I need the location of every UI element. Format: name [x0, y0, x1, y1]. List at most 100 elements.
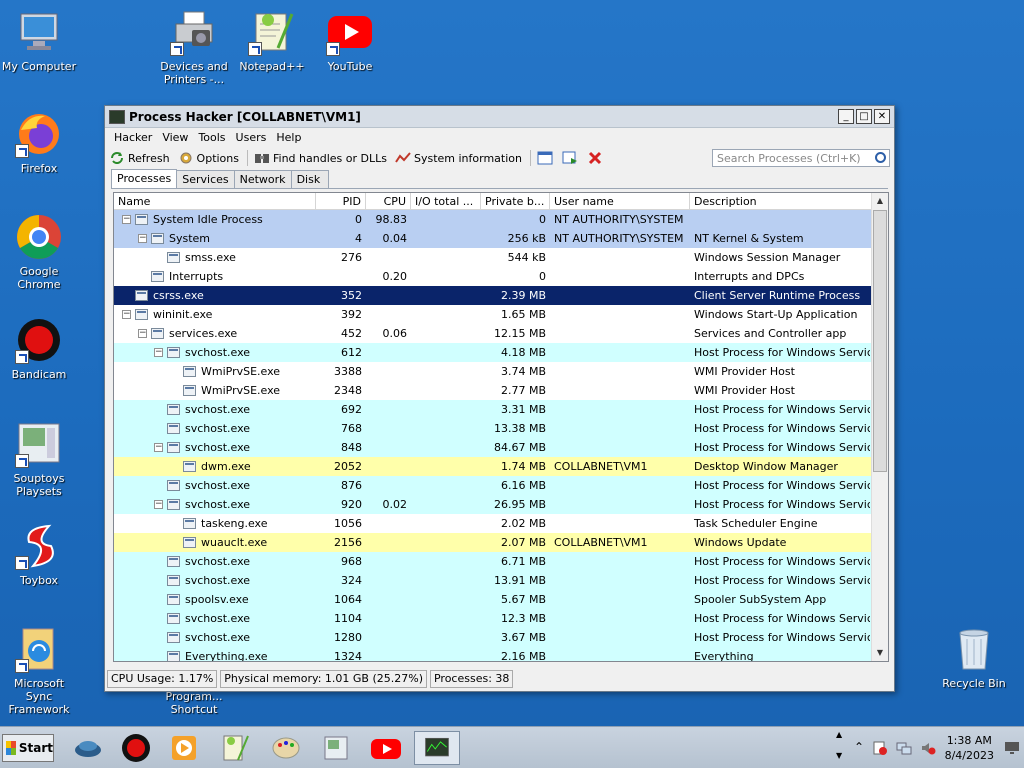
- column-header-description[interactable]: Description: [690, 193, 870, 209]
- menu-view[interactable]: View: [157, 131, 193, 144]
- tree-collapse-icon[interactable]: −: [122, 310, 131, 319]
- paint-taskbar-icon[interactable]: [270, 732, 302, 764]
- menu-help[interactable]: Help: [271, 131, 306, 144]
- menu-hacker[interactable]: Hacker: [109, 131, 157, 144]
- table-row[interactable]: Interrupts 0.20 0 Interrupts and DPCs: [114, 267, 888, 286]
- desktop-icon-recycle-bin[interactable]: Recycle Bin: [935, 625, 1013, 690]
- process-pid: 1056: [334, 517, 362, 530]
- menu-tools[interactable]: Tools: [193, 131, 230, 144]
- desktop-icon-bandicam[interactable]: Bandicam: [0, 316, 78, 381]
- process-hacker-taskbar-button[interactable]: [414, 731, 460, 765]
- network-icon[interactable]: [896, 740, 912, 756]
- start-button[interactable]: Start: [2, 734, 54, 762]
- column-header-user-name[interactable]: User name: [550, 193, 690, 209]
- desktop-icon-notepadpp[interactable]: Notepad++: [233, 8, 311, 73]
- tray-scroll-up-icon[interactable]: ▲: [836, 730, 852, 740]
- table-row[interactable]: WmiPrvSE.exe 2348 2.77 MB WMI Provider Host: [114, 381, 888, 400]
- scroll-up-icon[interactable]: ▲: [872, 193, 888, 209]
- table-row[interactable]: svchost.exe 1280 3.67 MB Host Process for W…: [114, 628, 888, 647]
- table-row[interactable]: wuauclt.exe 2156 2.07 MB COLLABNET\VM1 Windo…: [114, 533, 888, 552]
- column-header-pid[interactable]: PID: [316, 193, 366, 209]
- tab-services[interactable]: Services: [176, 170, 235, 189]
- desktop-icon-sync-framework[interactable]: Microsoft Sync Framework: [0, 625, 78, 716]
- process-private-bytes: 2.02 MB: [500, 517, 546, 530]
- table-row[interactable]: Everything.exe 1324 2.16 MB Everything: [114, 647, 888, 661]
- process-cpu: 98.83: [375, 213, 408, 226]
- process-private-bytes: 3.74 MB: [500, 365, 546, 378]
- table-row[interactable]: − System 4 0.04 256 kB NT AUTHORITY\SYSTEM NT …: [114, 229, 888, 248]
- tree-collapse-icon[interactable]: −: [154, 348, 163, 357]
- process-private-bytes: 2.07 MB: [500, 536, 546, 549]
- souptoys-taskbar-icon[interactable]: [72, 732, 104, 764]
- terminate-button[interactable]: [587, 151, 606, 165]
- show-hidden-icons-icon[interactable]: ⌃: [854, 740, 870, 756]
- desktop-icon-souptoys[interactable]: Souptoys Playsets: [0, 420, 78, 498]
- desktop-icon-devices-printers[interactable]: Devices and Printers -...: [155, 8, 233, 86]
- table-row[interactable]: taskeng.exe 1056 2.02 MB Task Scheduler Eng…: [114, 514, 888, 533]
- table-row[interactable]: svchost.exe 1104 12.3 MB Host Process for W…: [114, 609, 888, 628]
- minimize-button[interactable]: _: [838, 109, 854, 124]
- table-row[interactable]: − svchost.exe 920 0.02 26.95 MB Host Process …: [114, 495, 888, 514]
- notepadpp-taskbar-icon[interactable]: [218, 732, 250, 764]
- vertical-scrollbar[interactable]: ▲ ▼: [871, 193, 888, 661]
- table-row[interactable]: − svchost.exe 848 84.67 MB Host Process for …: [114, 438, 888, 457]
- refresh-button[interactable]: Refresh: [109, 151, 170, 165]
- table-row[interactable]: smss.exe 276 544 kB Windows Session Manager: [114, 248, 888, 267]
- table-row[interactable]: − svchost.exe 612 4.18 MB Host Process for W…: [114, 343, 888, 362]
- column-header-io-total[interactable]: I/O total ...: [411, 193, 481, 209]
- bandicam-taskbar-icon[interactable]: [120, 732, 152, 764]
- desktop-icon-firefox[interactable]: Firefox: [0, 110, 78, 175]
- table-row[interactable]: csrss.exe 352 2.39 MB Client Server Runtime…: [114, 286, 888, 305]
- table-row[interactable]: svchost.exe 968 6.71 MB Host Process for Wi…: [114, 552, 888, 571]
- desktop-icon-my-computer[interactable]: My Computer: [0, 8, 78, 73]
- scrollbar-thumb[interactable]: [873, 210, 887, 472]
- volume-muted-icon[interactable]: [920, 740, 936, 756]
- show-desktop-button[interactable]: [1004, 740, 1020, 756]
- table-row[interactable]: dwm.exe 2052 1.74 MB COLLABNET\VM1 Desktop W…: [114, 457, 888, 476]
- table-row[interactable]: − System Idle Process 0 98.83 0 NT AUTHORITY\…: [114, 210, 888, 229]
- system-information-button[interactable]: System information: [395, 151, 522, 165]
- menu-users[interactable]: Users: [231, 131, 272, 144]
- desktop-icon-youtube[interactable]: YouTube: [311, 8, 389, 73]
- column-header-cpu[interactable]: CPU: [366, 193, 411, 209]
- window-button[interactable]: [537, 151, 556, 165]
- tree-collapse-icon[interactable]: −: [154, 500, 163, 509]
- maximize-button[interactable]: □: [856, 109, 872, 124]
- table-row[interactable]: svchost.exe 324 13.91 MB Host Process for W…: [114, 571, 888, 590]
- tree-collapse-icon[interactable]: −: [122, 215, 131, 224]
- column-header-name[interactable]: Name: [114, 193, 316, 209]
- table-row[interactable]: svchost.exe 876 6.16 MB Host Process for Wi…: [114, 476, 888, 495]
- tray-scroll-down-icon[interactable]: ▼: [836, 751, 852, 761]
- tree-collapse-icon[interactable]: −: [138, 234, 147, 243]
- tree-collapse-icon[interactable]: −: [154, 443, 163, 452]
- process-icon: [167, 499, 180, 510]
- title-bar[interactable]: Process Hacker [COLLABNET\VM1] _ □ ✕: [105, 106, 894, 128]
- tab-network[interactable]: Network: [233, 170, 292, 189]
- tab-processes[interactable]: Processes: [111, 169, 178, 189]
- search-input[interactable]: Search Processes (Ctrl+K): [712, 149, 890, 167]
- media-player-taskbar-icon[interactable]: [168, 732, 200, 764]
- youtube-taskbar-icon[interactable]: [370, 732, 402, 764]
- shortcut-arrow-icon: [15, 659, 29, 673]
- table-row[interactable]: spoolsv.exe 1064 5.67 MB Spooler SubSystem …: [114, 590, 888, 609]
- desktop-icon-toybox[interactable]: Toybox: [0, 522, 78, 587]
- table-row[interactable]: − wininit.exe 392 1.65 MB Windows Start-Up A…: [114, 305, 888, 324]
- taskbar-clock[interactable]: 1:38 AM 8/4/2023: [945, 733, 994, 763]
- table-row[interactable]: − services.exe 452 0.06 12.15 MB Services and…: [114, 324, 888, 343]
- column-header-private-bytes[interactable]: Private b...: [481, 193, 550, 209]
- tree-collapse-icon[interactable]: −: [138, 329, 147, 338]
- find-handles-button[interactable]: Find handles or DLLs: [254, 151, 387, 165]
- process-name-cell: svchost.exe: [114, 422, 316, 435]
- action-center-icon[interactable]: [872, 740, 888, 756]
- table-row[interactable]: svchost.exe 768 13.38 MB Host Process for W…: [114, 419, 888, 438]
- table-row[interactable]: WmiPrvSE.exe 3388 3.74 MB WMI Provider Host: [114, 362, 888, 381]
- tab-disk[interactable]: Disk: [290, 170, 329, 189]
- documents-taskbar-icon[interactable]: [320, 732, 352, 764]
- table-row[interactable]: svchost.exe 692 3.31 MB Host Process for Wi…: [114, 400, 888, 419]
- scroll-down-icon[interactable]: ▼: [872, 645, 888, 661]
- find-window-button[interactable]: [562, 151, 581, 165]
- desktop-icon-chrome[interactable]: Google Chrome: [0, 213, 78, 291]
- close-button[interactable]: ✕: [874, 109, 890, 124]
- search-icon[interactable]: [875, 152, 886, 163]
- options-button[interactable]: Options: [178, 151, 239, 165]
